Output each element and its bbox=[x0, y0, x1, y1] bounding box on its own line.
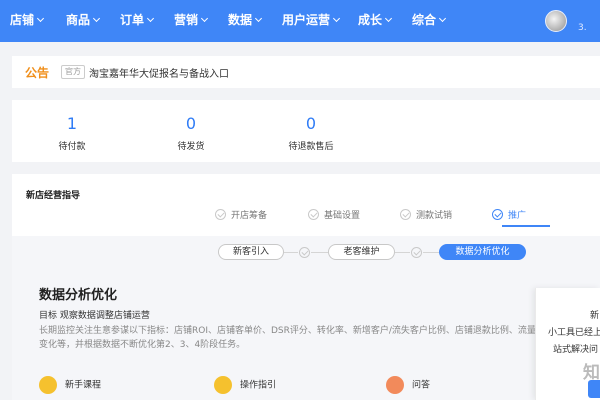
stat-value: 0 bbox=[185, 114, 197, 133]
section-goal: 目标 观察数据调整店铺运营 bbox=[39, 311, 150, 321]
stat-pending-refund[interactable]: 0 待退款售后 bbox=[266, 114, 356, 152]
nav-item-label: 商品 bbox=[66, 13, 91, 27]
qa-icon bbox=[386, 376, 404, 394]
subtab-connector bbox=[395, 252, 410, 253]
stat-label: 待退款售后 bbox=[288, 142, 334, 152]
step-label: 推广 bbox=[508, 211, 527, 221]
subtab-retain-customers[interactable]: 老客维护 bbox=[328, 244, 395, 260]
stat-pending-payment[interactable]: 1 待付款 bbox=[27, 114, 117, 152]
course-icon bbox=[39, 376, 57, 394]
avatar[interactable] bbox=[545, 10, 567, 32]
resource-operation-guide[interactable]: 操作指引 bbox=[214, 376, 276, 400]
resource-label: 问答 bbox=[412, 380, 431, 391]
subtab-data-analysis[interactable]: 数据分析优化 bbox=[439, 244, 526, 260]
stat-value bbox=[386, 114, 476, 134]
stat-value: 0 bbox=[305, 114, 317, 133]
order-stats-panel: 1 待付款 0 待发货 0 待退款售后 bbox=[12, 100, 600, 162]
stat-label: 待发货 bbox=[177, 142, 205, 152]
step-basic-settings[interactable]: 基础设置 bbox=[308, 208, 360, 222]
step-label: 基础设置 bbox=[324, 211, 361, 221]
nav-item-label: 综合 bbox=[412, 13, 437, 27]
resource-label: 操作指引 bbox=[240, 380, 277, 391]
stat-pending-shipment[interactable]: 0 待发货 bbox=[146, 114, 236, 152]
chevron-down-icon bbox=[36, 14, 45, 23]
official-badge: 官方 bbox=[61, 65, 85, 79]
nav-item-orders[interactable]: 订单 bbox=[120, 11, 155, 31]
guide-title: 新店经营指导 bbox=[26, 191, 81, 201]
nav-item-label: 成长 bbox=[358, 13, 383, 27]
resource-label: 新手课程 bbox=[65, 380, 102, 391]
notice-link[interactable]: 淘宝嘉年华大促报名与备战入口 bbox=[89, 65, 229, 80]
guide-icon bbox=[214, 376, 232, 394]
step-label: 开店筹备 bbox=[231, 211, 268, 221]
nav-item-goods[interactable]: 商品 bbox=[66, 11, 101, 31]
section-description: 长期监控关注生意参谋以下指标：店铺ROI、店铺客单价、DSR评分、转化率、新增客… bbox=[39, 326, 554, 350]
chevron-down-icon bbox=[384, 14, 393, 23]
subtab-connector bbox=[423, 252, 439, 253]
nav-item-growth[interactable]: 成长 bbox=[358, 11, 393, 31]
notice-label: 公告 bbox=[25, 66, 50, 80]
nav-item-user-ops[interactable]: 用户运营 bbox=[282, 11, 341, 31]
check-circle-icon bbox=[411, 247, 422, 258]
step-store-prep[interactable]: 开店筹备 bbox=[215, 208, 267, 222]
subtab-connector bbox=[311, 252, 328, 253]
check-circle-icon bbox=[299, 247, 310, 258]
nav-item-label: 数据 bbox=[228, 13, 253, 27]
active-step-indicator bbox=[502, 225, 550, 227]
stat-blurred[interactable] bbox=[506, 114, 596, 139]
resource-beginner-course[interactable]: 新手课程 bbox=[39, 376, 101, 400]
chevron-down-icon bbox=[146, 14, 155, 23]
resource-qa[interactable]: 问答 bbox=[386, 376, 430, 400]
chevron-down-icon bbox=[254, 14, 263, 23]
popup-text: 站式解决问 bbox=[553, 345, 599, 355]
user-name[interactable]: 3. bbox=[578, 23, 587, 33]
new-store-guide: 新店经营指导 开店筹备 基础设置 测款试销 推广 新客引入 老客维护 数据分析优… bbox=[12, 174, 600, 400]
nav-item-general[interactable]: 综合 bbox=[412, 11, 447, 31]
nav-item-data[interactable]: 数据 bbox=[228, 11, 263, 31]
nav-item-store[interactable]: 店铺 bbox=[10, 11, 45, 31]
step-test-sales[interactable]: 测款试销 bbox=[400, 208, 452, 222]
check-circle-icon bbox=[215, 209, 226, 220]
subtab-new-customers[interactable]: 新客引入 bbox=[218, 244, 284, 260]
step-promotion[interactable]: 推广 bbox=[492, 208, 526, 222]
section-title: 数据分析优化 bbox=[39, 288, 118, 303]
step-label: 测款试销 bbox=[416, 211, 453, 221]
notice-bar: 公告 官方 淘宝嘉年华大促报名与备战入口 bbox=[12, 56, 600, 88]
check-circle-icon bbox=[400, 209, 411, 220]
stat-label: 待付款 bbox=[58, 142, 86, 152]
chevron-down-icon bbox=[200, 14, 209, 23]
tool-popup-card[interactable]: 新 小工具已经上 站式解决问 知 bbox=[535, 288, 600, 400]
chevron-down-icon bbox=[332, 14, 341, 23]
nav-item-marketing[interactable]: 营销 bbox=[174, 11, 209, 31]
nav-item-label: 用户运营 bbox=[282, 13, 331, 27]
nav-item-label: 营销 bbox=[174, 13, 199, 27]
check-circle-icon bbox=[308, 209, 319, 220]
subtab-connector bbox=[284, 252, 298, 253]
stat-value bbox=[506, 114, 596, 134]
chevron-down-icon bbox=[438, 14, 447, 23]
stat-value: 1 bbox=[66, 114, 78, 133]
nav-item-label: 订单 bbox=[120, 13, 145, 27]
popup-action-button[interactable] bbox=[588, 380, 600, 398]
nav-item-label: 店铺 bbox=[10, 13, 35, 27]
stat-blurred[interactable] bbox=[386, 114, 476, 139]
chevron-down-icon bbox=[92, 14, 101, 23]
check-circle-icon bbox=[492, 209, 503, 220]
top-nav-bar: 店铺 商品 订单 营销 数据 用户运营 成长 综合 3. bbox=[0, 0, 600, 42]
popup-title: 新 bbox=[590, 311, 600, 321]
popup-text: 小工具已经上 bbox=[548, 328, 600, 338]
guide-content-panel: 新客引入 老客维护 数据分析优化 数据分析优化 目标 观察数据调整店铺运营 长期… bbox=[12, 236, 600, 400]
